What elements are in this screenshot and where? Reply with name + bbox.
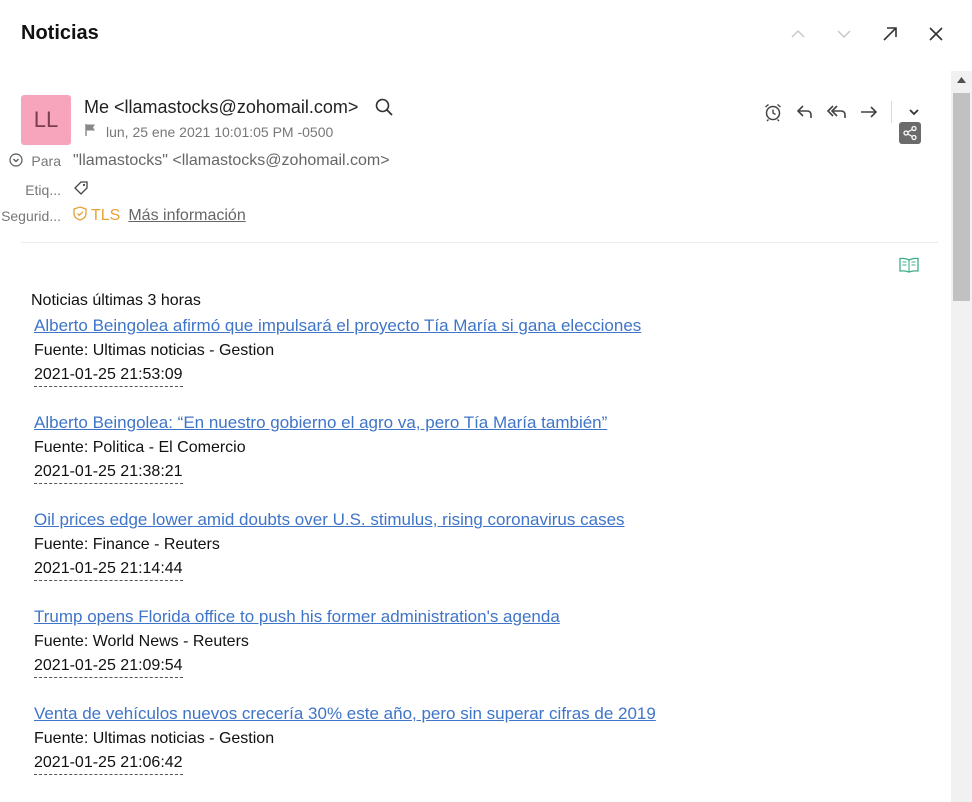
to-row: Para "llamastocks" <llamastocks@zohomail… [0, 152, 390, 170]
more-chevron-icon[interactable] [902, 100, 926, 124]
scrollbar-thumb[interactable] [953, 93, 970, 301]
news-timestamp[interactable]: 2021-01-25 21:53:09 [34, 363, 183, 387]
body-intro: Noticias últimas 3 horas [31, 292, 201, 309]
news-source: Fuente: World News - Reuters [34, 633, 249, 650]
news-item: Trump opens Florida office to push his f… [34, 605, 931, 678]
alarm-clock-icon[interactable] [761, 100, 785, 124]
to-label: Para [31, 153, 61, 169]
tags-row: Etiq... [0, 180, 89, 200]
security-label: Segurid... [1, 208, 61, 224]
news-source: Fuente: Ultimas noticias - Gestion [34, 342, 275, 359]
news-item: Venta de vehículos nuevos crecería 30% e… [34, 702, 931, 775]
news-timestamp[interactable]: 2021-01-25 21:14:44 [34, 557, 183, 581]
news-item: Alberto Beingolea: “En nuestro gobierno … [34, 411, 931, 484]
chevron-down-icon[interactable] [832, 22, 856, 46]
email-preview-window: Noticias LL Me <llamastocks@zohomail.com… [0, 0, 972, 802]
header-divider [21, 242, 938, 243]
sender-address[interactable]: Me <llamastocks@zohomail.com> [84, 97, 358, 118]
tag-icon[interactable] [73, 180, 89, 200]
news-link[interactable]: Alberto Beingolea: “En nuestro gobierno … [34, 411, 607, 435]
reply-icon[interactable] [793, 100, 817, 124]
window-title: Noticias [21, 22, 99, 44]
news-item: Alberto Beingolea afirmó que impulsará e… [34, 314, 931, 387]
search-icon[interactable] [372, 95, 396, 119]
window-actions [786, 22, 948, 46]
news-source: Fuente: Politica - El Comercio [34, 439, 246, 456]
close-icon[interactable] [924, 22, 948, 46]
message-date: lun, 25 ene 2021 10:01:05 PM -0500 [106, 123, 334, 140]
to-value[interactable]: "llamastocks" <llamastocks@zohomail.com> [73, 152, 390, 170]
action-separator [891, 101, 892, 123]
news-timestamp[interactable]: 2021-01-25 21:06:42 [34, 751, 183, 775]
more-info-link[interactable]: Más información [128, 207, 245, 225]
security-badge: TLS [73, 206, 120, 226]
news-source: Fuente: Finance - Reuters [34, 536, 220, 553]
news-link[interactable]: Venta de vehículos nuevos crecería 30% e… [34, 702, 656, 726]
news-link[interactable]: Trump opens Florida office to push his f… [34, 605, 560, 629]
message-body: Noticias últimas 3 horas Alberto Beingol… [31, 292, 931, 799]
pop-out-icon[interactable] [878, 22, 902, 46]
chevron-up-icon[interactable] [786, 22, 810, 46]
reply-all-icon[interactable] [825, 100, 849, 124]
news-link[interactable]: Oil prices edge lower amid doubts over U… [34, 508, 625, 532]
to-label-wrap: Para [0, 152, 73, 170]
news-timestamp[interactable]: 2021-01-25 21:09:54 [34, 654, 183, 678]
news-source: Fuente: Ultimas noticias - Gestion [34, 730, 275, 747]
reader-view-icon[interactable] [898, 256, 920, 279]
flag-icon[interactable] [84, 123, 98, 140]
date-row: lun, 25 ene 2021 10:01:05 PM -0500 [84, 123, 333, 140]
sender-row: Me <llamastocks@zohomail.com> [84, 95, 396, 119]
forward-icon[interactable] [857, 100, 881, 124]
avatar[interactable]: LL [21, 95, 71, 145]
scroll-up-arrow-icon[interactable] [951, 71, 972, 89]
news-link[interactable]: Alberto Beingolea afirmó que impulsará e… [34, 314, 641, 338]
security-value: TLS [91, 207, 121, 224]
news-item: Oil prices edge lower amid doubts over U… [34, 508, 931, 581]
message-actions [761, 100, 926, 124]
share-icon[interactable] [899, 122, 921, 144]
tags-label: Etiq... [25, 182, 61, 198]
news-timestamp[interactable]: 2021-01-25 21:38:21 [34, 460, 183, 484]
vertical-scrollbar[interactable] [951, 71, 972, 802]
security-row: Segurid... TLS Más información [0, 206, 246, 226]
expand-recipients-icon[interactable] [9, 152, 24, 170]
shield-icon [73, 206, 87, 226]
